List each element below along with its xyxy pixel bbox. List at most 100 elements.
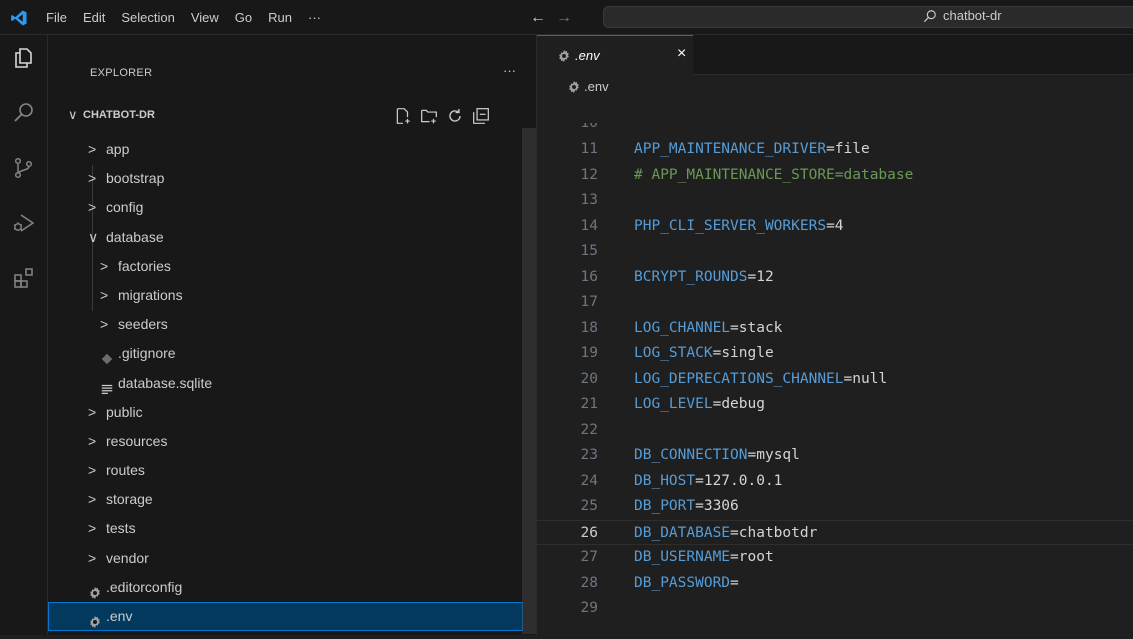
diamond-icon bbox=[100, 347, 114, 365]
menu-item[interactable]: Run bbox=[260, 0, 300, 35]
line-content: DB_PASSWORD= bbox=[634, 571, 739, 597]
line-content: LOG_STACK=single bbox=[634, 341, 774, 367]
refresh-icon[interactable] bbox=[446, 107, 464, 125]
env-value: debug bbox=[721, 396, 765, 412]
env-value: null bbox=[852, 370, 888, 387]
line-number: 17 bbox=[580, 294, 598, 310]
equals-sign: = bbox=[695, 472, 704, 489]
tree-folder[interactable]: > tests bbox=[48, 514, 523, 543]
code-line: 21 LOG_LEVEL=debug bbox=[537, 392, 1133, 418]
run-debug-icon[interactable] bbox=[12, 211, 36, 235]
tree-folder[interactable]: > factories bbox=[48, 252, 523, 281]
menu-bar: File Edit Selection View Go Run ··· bbox=[38, 0, 329, 35]
menu-item[interactable]: Edit bbox=[75, 0, 113, 35]
env-key: DB_PASSWORD bbox=[634, 574, 731, 591]
chevron-right-icon: > bbox=[88, 549, 97, 566]
menu-item[interactable]: View bbox=[183, 0, 227, 35]
tree-folder[interactable]: > config bbox=[48, 193, 523, 222]
env-key: DB_PORT bbox=[634, 498, 696, 514]
equals-sign: = bbox=[843, 370, 853, 387]
menu-item[interactable]: Go bbox=[227, 0, 260, 35]
collapse-all-icon[interactable] bbox=[472, 107, 490, 125]
close-icon[interactable]: × bbox=[677, 45, 686, 63]
tree-file[interactable]: .env bbox=[48, 602, 523, 632]
env-value: stack bbox=[738, 319, 783, 336]
tree-item-label: factories bbox=[118, 257, 171, 274]
menu-item[interactable]: File bbox=[38, 0, 75, 35]
line-content: # APP_MAINTENANCE_STORE=database bbox=[634, 163, 913, 189]
tree-item-label: vendor bbox=[106, 549, 149, 566]
tree-file[interactable]: .gitignore bbox=[48, 339, 523, 368]
forward-arrow-icon[interactable]: → bbox=[556, 9, 572, 27]
gear-icon bbox=[569, 80, 579, 94]
line-number: 15 bbox=[580, 243, 598, 259]
env-key: LOG_CHANNEL bbox=[634, 319, 731, 336]
chevron-right-icon: > bbox=[88, 141, 97, 157]
tree-folder[interactable]: > resources bbox=[48, 427, 523, 456]
tree-folder[interactable]: > seeders bbox=[48, 310, 523, 339]
tree-file[interactable]: .editorconfig bbox=[48, 573, 523, 602]
tree-folder[interactable]: > bootstrap bbox=[48, 164, 523, 193]
line-content: LOG_LEVEL=debug bbox=[634, 392, 765, 418]
chevron-right-icon: > bbox=[88, 432, 97, 449]
sidebar-scrollbar[interactable] bbox=[522, 128, 536, 634]
tree-folder[interactable]: ∨ database bbox=[48, 223, 523, 252]
code-editor[interactable]: 11 APP_MAINTENANCE_DRIVER=file 12 # APP_MAI… bbox=[537, 137, 1133, 622]
explorer-files-icon[interactable] bbox=[12, 46, 36, 70]
tree-folder[interactable]: > routes bbox=[48, 456, 523, 485]
tree-item-label: app bbox=[106, 141, 130, 157]
chevron-right-icon: > bbox=[100, 286, 109, 303]
project-header[interactable]: ∨ CHATBOT-DR bbox=[48, 105, 537, 127]
line-content: DB_USERNAME=root bbox=[634, 545, 774, 571]
line-content: BCRYPT_ROUNDS=12 bbox=[634, 265, 774, 291]
source-control-icon[interactable] bbox=[12, 156, 36, 180]
tree-item-label: tests bbox=[106, 520, 136, 537]
line-number: 19 bbox=[580, 345, 598, 361]
tree-folder[interactable]: > app bbox=[48, 135, 523, 164]
search-icon bbox=[923, 9, 936, 22]
code-line: 19 LOG_STACK=single bbox=[537, 341, 1133, 367]
code-line: 29 bbox=[537, 596, 1133, 622]
line-content: DB_HOST=127.0.0.1 bbox=[634, 469, 782, 495]
more-actions-icon[interactable]: ··· bbox=[503, 63, 516, 78]
search-icon[interactable] bbox=[12, 101, 36, 125]
env-key: PHP_CLI_SERVER_WORKERS bbox=[634, 217, 827, 234]
editor-tabs: .env × bbox=[537, 35, 1133, 75]
tree-item-label: storage bbox=[106, 491, 153, 508]
tree-item-label: migrations bbox=[118, 286, 183, 303]
code-line: 16 BCRYPT_ROUNDS=12 bbox=[537, 265, 1133, 291]
chevron-right-icon: > bbox=[88, 520, 97, 537]
line-number: 13 bbox=[580, 192, 598, 208]
extensions-icon[interactable] bbox=[12, 266, 36, 290]
line-content: DB_CONNECTION=mysql bbox=[634, 443, 800, 469]
new-file-icon[interactable] bbox=[394, 107, 412, 125]
line-number: 24 bbox=[580, 472, 598, 489]
equals-sign: = bbox=[730, 549, 739, 565]
env-key: APP_MAINTENANCE_DRIVER bbox=[634, 141, 827, 157]
breadcrumb-item[interactable]: .env bbox=[584, 79, 609, 94]
menu-item[interactable]: Selection bbox=[113, 0, 182, 35]
menu-item[interactable]: ··· bbox=[300, 0, 329, 35]
tree-file[interactable]: database.sqlite bbox=[48, 369, 523, 398]
line-number: 18 bbox=[580, 319, 598, 336]
file-tree: > app > bootstrap > config ∨ database > factories… bbox=[48, 135, 523, 632]
code-line: 11 APP_MAINTENANCE_DRIVER=file bbox=[537, 137, 1133, 163]
tree-folder[interactable]: > storage bbox=[48, 485, 523, 514]
tree-folder[interactable]: > public bbox=[48, 398, 523, 427]
command-center-search[interactable]: chatbot-dr bbox=[603, 6, 1133, 28]
chevron-right-icon: > bbox=[100, 316, 109, 333]
env-key: DB_USERNAME bbox=[634, 549, 731, 565]
line-number: 26 bbox=[580, 524, 598, 541]
line-number: 14 bbox=[580, 217, 598, 234]
new-folder-icon[interactable] bbox=[420, 107, 438, 125]
tree-folder[interactable]: > vendor bbox=[48, 544, 523, 573]
project-title: CHATBOT-DR bbox=[83, 109, 155, 121]
vscode-logo-icon[interactable] bbox=[10, 9, 28, 27]
env-key: DB_HOST bbox=[634, 472, 696, 489]
line-number: 21 bbox=[580, 396, 598, 412]
env-value: chatbotdr bbox=[738, 524, 818, 541]
back-arrow-icon[interactable]: ← bbox=[530, 9, 546, 27]
equals-sign: = bbox=[826, 141, 835, 157]
tab-env[interactable]: .env × bbox=[537, 35, 693, 75]
tree-folder[interactable]: > migrations bbox=[48, 281, 523, 310]
